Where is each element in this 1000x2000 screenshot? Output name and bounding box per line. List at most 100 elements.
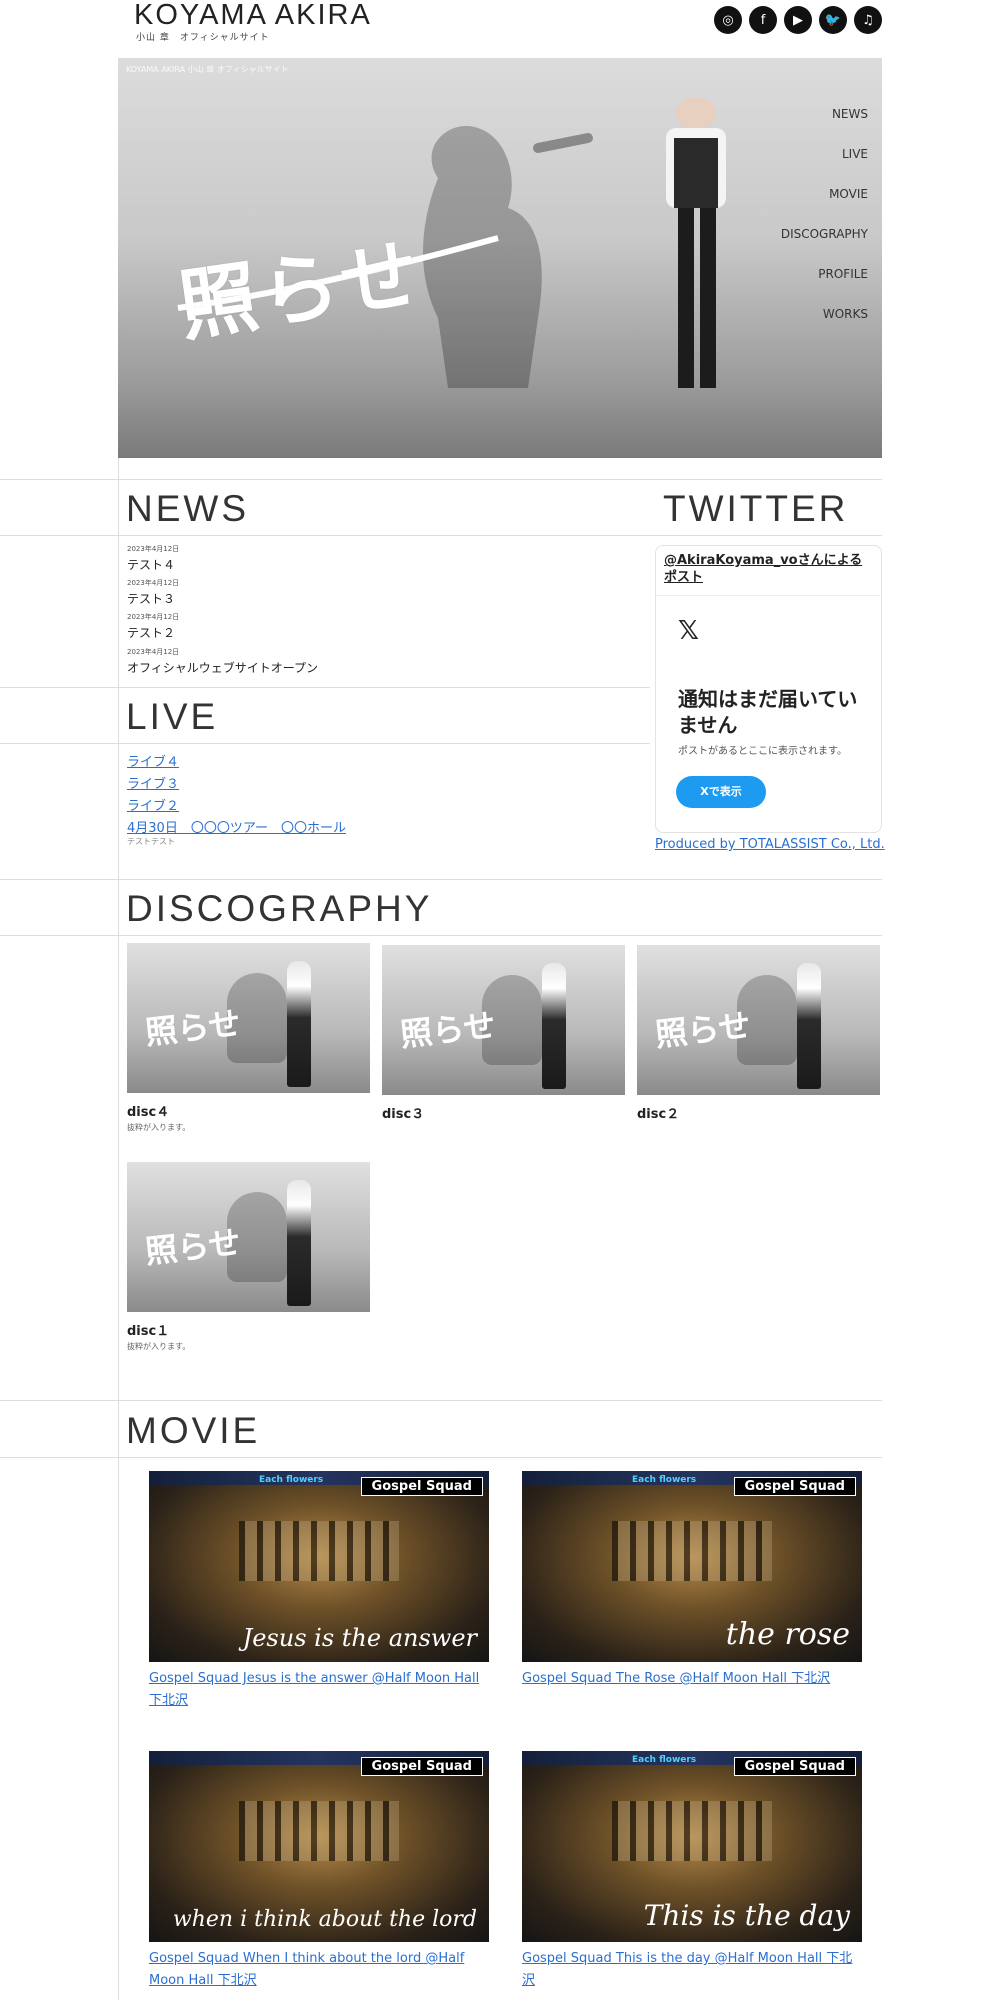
thumbnail-performers <box>239 1521 399 1581</box>
movie-card[interactable]: Each flowers Gospel Squad This is the da… <box>522 1751 862 1992</box>
thumbnail-title: the rose <box>725 1617 850 1652</box>
disc-title: disc３ <box>382 1107 425 1122</box>
video-thumbnail[interactable]: Gospel Squad when i think about the lord <box>149 1751 489 1942</box>
hero-banner: KOYAMA AKIRA 小山 章 オフィシャルサイト 照らせ NEWS LIV… <box>118 58 882 458</box>
news-item[interactable]: 2023年4月12日 テスト２ <box>127 612 179 641</box>
twitter-empty-message: 通知はまだ届いていません <box>678 687 858 737</box>
disc-card[interactable]: 照らせ disc４ 抜粋が入ります。 <box>127 943 370 1133</box>
cover-figure <box>542 963 566 1089</box>
logo-subtitle: 小山 章 オフィシャルサイト <box>136 33 270 43</box>
x-logo-icon: 𝕏 <box>678 616 699 646</box>
movie-card[interactable]: Gospel Squad when i think about the lord… <box>149 1751 489 1992</box>
live-note: テストテスト <box>127 837 175 846</box>
news-text: オフィシャルウェブサイトオープン <box>127 661 319 675</box>
divider <box>0 687 650 688</box>
news-item[interactable]: 2023年4月12日 テスト３ <box>127 578 179 607</box>
news-item[interactable]: 2023年4月12日 テスト４ <box>127 544 179 573</box>
thumbnail-badge: Gospel Squad <box>733 1757 856 1776</box>
thumbnail-performers <box>612 1801 772 1861</box>
divider <box>0 479 882 480</box>
thumbnail-title: when i think about the lord <box>172 1907 477 1932</box>
thumbnail-badge: Gospel Squad <box>733 1477 856 1496</box>
video-link[interactable]: Gospel Squad This is the day @Half Moon … <box>522 1948 862 1992</box>
thumbnail-performers <box>239 1801 399 1861</box>
divider <box>0 935 882 936</box>
news-text: テスト２ <box>127 626 176 640</box>
twitter-widget-header[interactable]: @AkiraKoyama_voさんによるポスト <box>656 546 881 596</box>
nav-news[interactable]: NEWS <box>781 106 868 146</box>
credit-link[interactable]: Produced by TOTALASSIST Co., Ltd. <box>655 837 885 852</box>
divider <box>0 743 650 744</box>
divider <box>0 535 882 536</box>
instagram-icon[interactable]: ◎ <box>714 6 742 34</box>
video-thumbnail[interactable]: Each flowers Gospel Squad the rose <box>522 1471 862 1662</box>
news-text: テスト４ <box>127 558 176 572</box>
cover-figure <box>797 963 821 1089</box>
twitter-widget: @AkiraKoyama_voさんによるポスト 𝕏 通知はまだ届いていません ポ… <box>655 545 882 833</box>
news-date: 2023年4月12日 <box>127 648 180 656</box>
news-date: 2023年4月12日 <box>127 613 180 621</box>
video-link[interactable]: Gospel Squad Jesus is the answer @Half M… <box>149 1668 489 1712</box>
nav-works[interactable]: WORKS <box>781 306 868 346</box>
music-icon[interactable]: ♫ <box>854 6 882 34</box>
live-link[interactable]: ライブ３ <box>127 773 179 792</box>
logo-title: KOYAMA AKIRA <box>134 0 372 31</box>
nav-discography[interactable]: DISCOGRAPHY <box>781 226 868 266</box>
thumbnail-performers <box>612 1521 772 1581</box>
movie-heading: MOVIE <box>126 1410 261 1451</box>
divider <box>118 458 119 2000</box>
nav-movie[interactable]: MOVIE <box>781 186 868 226</box>
news-date: 2023年4月12日 <box>127 545 180 553</box>
nav-profile[interactable]: PROFILE <box>781 266 868 306</box>
divider <box>0 1400 882 1401</box>
disc-title: disc４ <box>127 1105 170 1120</box>
live-link[interactable]: ライブ４ <box>127 751 179 770</box>
thumbnail-badge: Gospel Squad <box>360 1757 483 1776</box>
news-date: 2023年4月12日 <box>127 579 180 587</box>
live-link[interactable]: ライブ２ <box>127 795 179 814</box>
movie-card[interactable]: Each flowers Gospel Squad the rose Gospe… <box>522 1471 862 1690</box>
disc-card[interactable]: 照らせ disc１ 抜粋が入ります。 <box>127 1162 370 1352</box>
video-link[interactable]: Gospel Squad When I think about the lord… <box>149 1948 489 1992</box>
disc-cover: 照らせ <box>637 945 880 1095</box>
thumbnail-subtitle: Each flowers <box>632 1475 697 1485</box>
disc-cover: 照らせ <box>127 1162 370 1312</box>
video-link[interactable]: Gospel Squad The Rose @Half Moon Hall 下北… <box>522 1668 862 1690</box>
thumbnail-title: Jesus is the answer <box>242 1624 477 1652</box>
disc-card[interactable]: 照らせ disc２ <box>637 945 880 1122</box>
live-heading: LIVE <box>126 696 219 737</box>
disc-title: disc２ <box>637 1107 680 1122</box>
video-thumbnail[interactable]: Each flowers Gospel Squad This is the da… <box>522 1751 862 1942</box>
disc-note: 抜粋が入ります。 <box>127 1342 191 1351</box>
news-item[interactable]: 2023年4月12日 オフィシャルウェブサイトオープン <box>127 647 318 676</box>
disc-cover: 照らせ <box>382 945 625 1095</box>
movie-card[interactable]: Each flowers Gospel Squad Jesus is the a… <box>149 1471 489 1712</box>
social-links: ◎ f ▶ 🐦 ♫ <box>714 6 882 34</box>
thumbnail-title: This is the day <box>643 1899 850 1932</box>
disc-cover: 照らせ <box>127 943 370 1093</box>
thumbnail-subtitle: Each flowers <box>259 1475 324 1485</box>
cover-figure <box>287 961 311 1087</box>
thumbnail-badge: Gospel Squad <box>360 1477 483 1496</box>
news-heading: NEWS <box>126 488 249 529</box>
discography-heading: DISCOGRAPHY <box>126 888 433 929</box>
news-text: テスト３ <box>127 592 176 606</box>
twitter-heading: TWITTER <box>663 488 849 529</box>
divider <box>0 1457 882 1458</box>
twitter-empty-sub: ポストがあるとここに表示されます。 <box>678 746 847 757</box>
nav-live[interactable]: LIVE <box>781 146 868 186</box>
view-on-x-button[interactable]: Xで表示 <box>676 776 766 808</box>
live-link[interactable]: 4月30日 〇〇〇ツアー 〇〇ホール <box>127 817 346 836</box>
twitter-icon[interactable]: 🐦 <box>819 6 847 34</box>
disc-title: disc１ <box>127 1324 170 1339</box>
cover-figure <box>287 1180 311 1306</box>
video-thumbnail[interactable]: Each flowers Gospel Squad Jesus is the a… <box>149 1471 489 1662</box>
disc-card[interactable]: 照らせ disc３ <box>382 945 625 1122</box>
facebook-icon[interactable]: f <box>749 6 777 34</box>
site-logo[interactable]: KOYAMA AKIRA 小山 章 オフィシャルサイト <box>134 0 372 43</box>
hero-nav: NEWS LIVE MOVIE DISCOGRAPHY PROFILE WORK… <box>781 106 868 346</box>
youtube-icon[interactable]: ▶ <box>784 6 812 34</box>
disc-note: 抜粋が入ります。 <box>127 1123 191 1132</box>
divider <box>0 879 882 880</box>
thumbnail-subtitle: Each flowers <box>632 1755 697 1765</box>
